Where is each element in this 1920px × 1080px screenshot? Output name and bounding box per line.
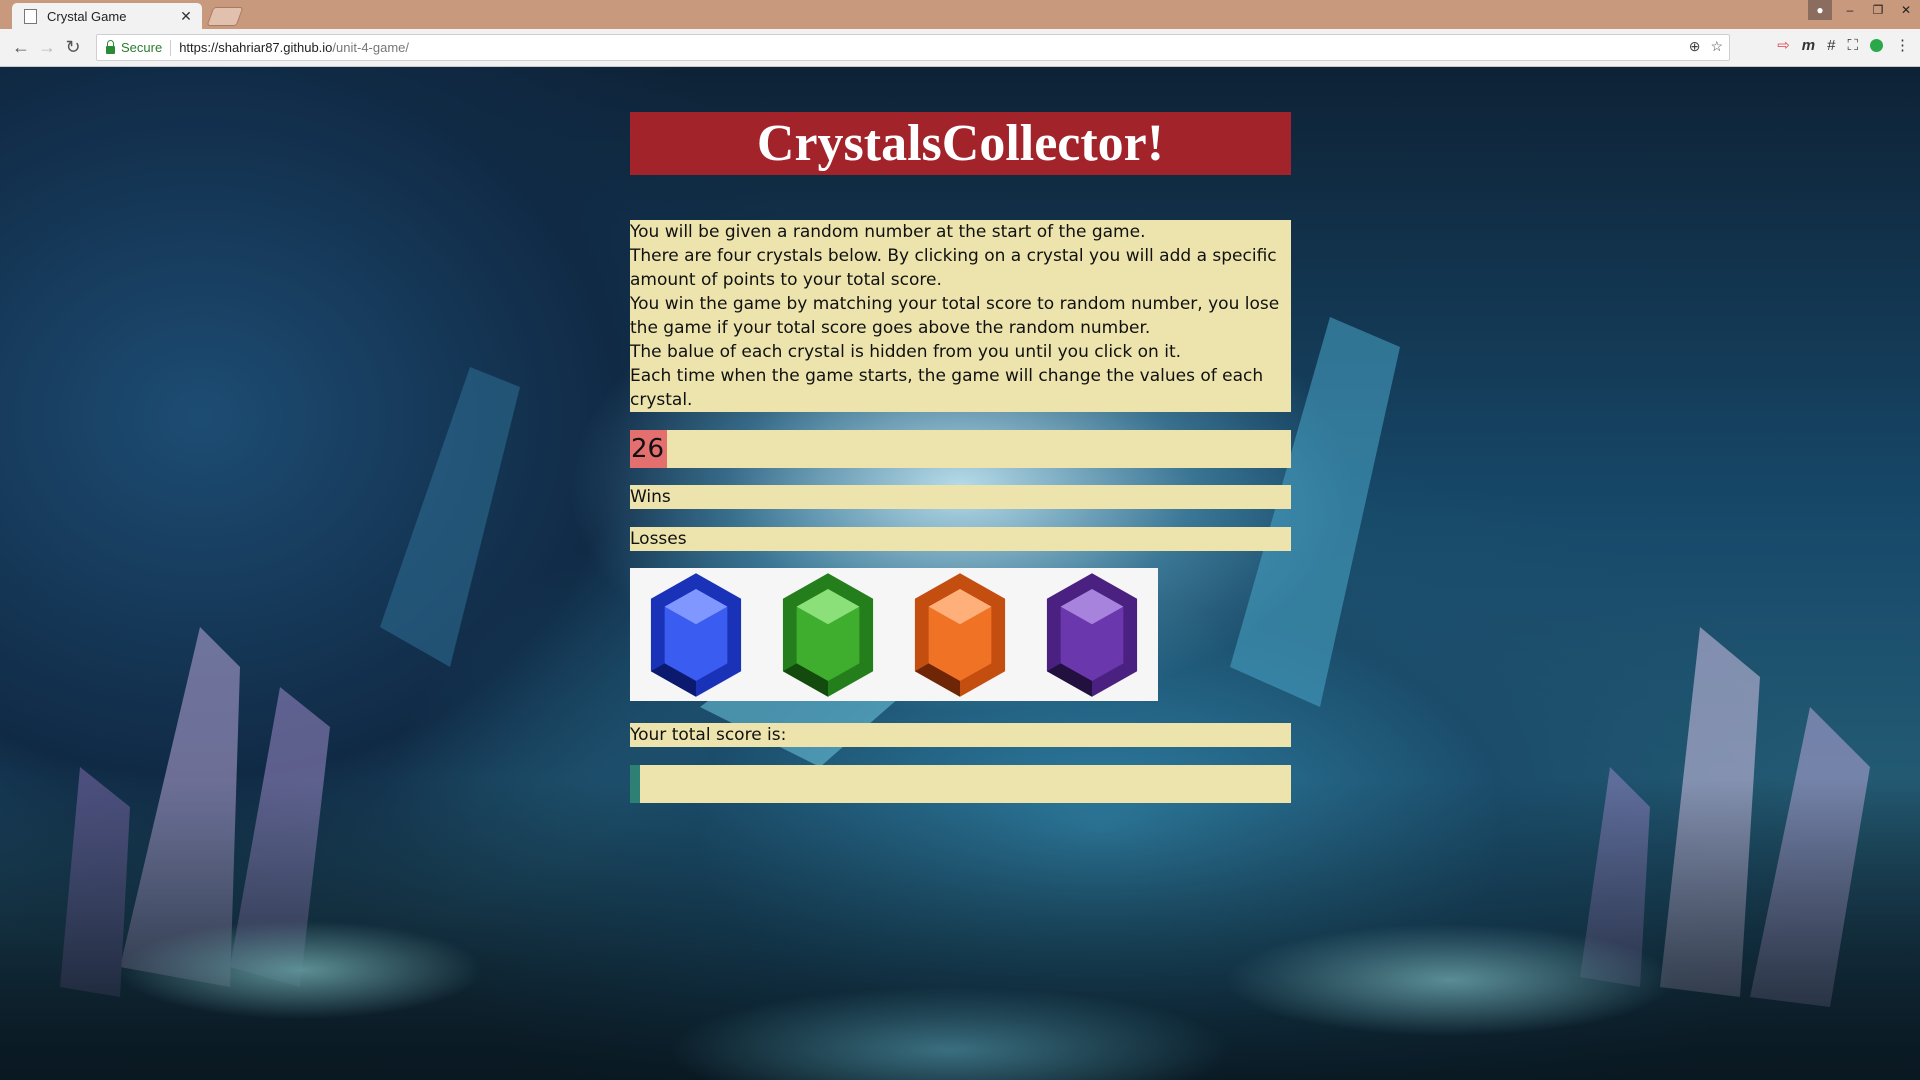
close-tab-icon[interactable]: ✕ xyxy=(178,8,194,25)
tab-title: Crystal Game xyxy=(47,8,127,24)
profile-icon[interactable]: ● xyxy=(1808,0,1832,20)
forward-icon[interactable]: → xyxy=(34,37,60,58)
menu-icon[interactable]: ⋮ xyxy=(1895,36,1910,54)
grid-extension-icon[interactable]: # xyxy=(1827,37,1835,54)
green-extension-icon[interactable] xyxy=(1870,38,1883,52)
game-container: CrystalsCollector! You will be given a r… xyxy=(630,112,1291,803)
browser-tabbar: Crystal Game ✕ ● – ❐ ✕ xyxy=(0,0,1920,29)
restore-icon[interactable]: ❐ xyxy=(1864,0,1892,20)
random-number: 26 xyxy=(630,430,668,468)
wins-counter: Wins xyxy=(630,485,1291,509)
minimize-icon[interactable]: – xyxy=(1836,0,1864,20)
rock-foreground xyxy=(0,780,1920,1080)
page-viewport: CrystalsCollector! You will be given a r… xyxy=(0,67,1920,1080)
m-extension-icon[interactable]: m xyxy=(1802,37,1815,54)
browser-toolbar: ← → ↻ Secure https://shahriar87.github.i… xyxy=(0,29,1920,67)
instructions-box: You will be given a random number at the… xyxy=(630,220,1291,412)
divider xyxy=(170,39,172,56)
lock-icon xyxy=(106,39,115,54)
extension-icons: ⇨ m # ⛶ ⋮ xyxy=(1777,36,1910,55)
total-score-label: Your total score is: xyxy=(630,723,1291,747)
screenshot-extension-icon[interactable]: ⛶ xyxy=(1847,37,1858,54)
reload-icon[interactable]: ↻ xyxy=(60,37,86,58)
zoom-icon[interactable]: ⊕ xyxy=(1689,38,1701,55)
cast-extension-icon[interactable]: ⇨ xyxy=(1777,36,1790,54)
score-marker xyxy=(630,765,640,803)
url-host: https://shahriar87.github.io xyxy=(179,40,333,55)
game-title: CrystalsCollector! xyxy=(630,112,1291,175)
instruction-line: Each time when the game starts, the game… xyxy=(630,366,1264,410)
losses-counter: Losses xyxy=(630,527,1291,551)
instruction-line: The balue of each crystal is hidden from… xyxy=(630,342,1182,362)
instruction-line: You win the game by matching your total … xyxy=(630,294,1280,338)
instruction-line: There are four crystals below. By clicki… xyxy=(630,246,1277,290)
browser-tab[interactable]: Crystal Game ✕ xyxy=(12,3,202,29)
new-tab-button[interactable] xyxy=(206,7,244,26)
page-icon xyxy=(24,8,37,24)
back-icon[interactable]: ← xyxy=(8,37,34,58)
instruction-line: You will be given a random number at the… xyxy=(630,222,1146,242)
url-path: /unit-4-game/ xyxy=(332,40,410,55)
close-window-icon[interactable]: ✕ xyxy=(1892,0,1920,20)
secure-label: Secure xyxy=(121,40,163,55)
bookmark-star-icon[interactable]: ☆ xyxy=(1710,38,1723,55)
green-crystal-button[interactable] xyxy=(779,570,877,700)
address-bar[interactable]: Secure https://shahriar87.github.io/unit… xyxy=(96,34,1730,61)
total-score-box xyxy=(630,765,1291,803)
crystals-row xyxy=(630,568,1158,701)
window-controls: ● – ❐ ✕ xyxy=(1808,0,1920,20)
random-number-box: 26 xyxy=(630,430,1291,468)
blue-crystal-button[interactable] xyxy=(647,570,745,700)
omnibox-icons: ⊕ ☆ xyxy=(1689,38,1723,55)
orange-crystal-button[interactable] xyxy=(911,570,1009,700)
purple-crystal-button[interactable] xyxy=(1043,570,1141,700)
